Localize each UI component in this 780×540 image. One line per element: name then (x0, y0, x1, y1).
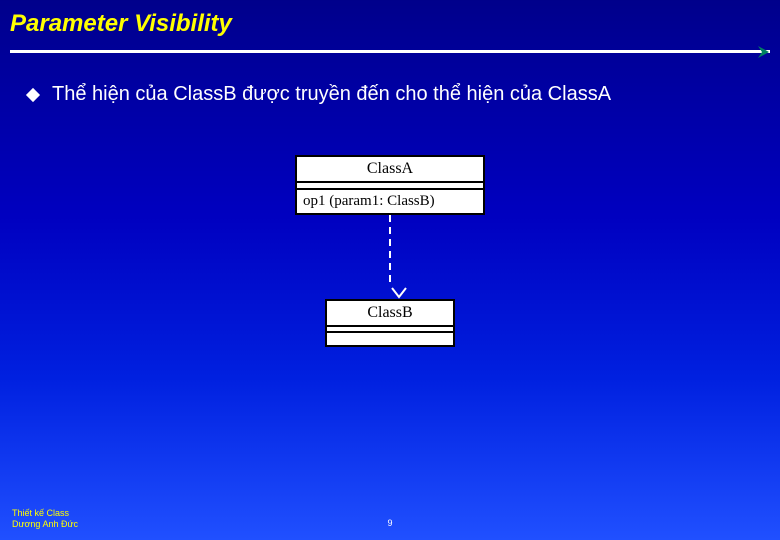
page-number: 9 (387, 518, 392, 528)
slide-title: Parameter Visibility (0, 0, 780, 46)
uml-class-a-operation: op1 (param1: ClassB) (297, 190, 483, 213)
uml-class-b-operations (327, 333, 453, 345)
uml-dependency-arrow (389, 215, 391, 299)
underline-rule (10, 50, 770, 53)
uml-diagram: ClassA op1 (param1: ClassB) ClassB (0, 155, 780, 347)
uml-class-a-name: ClassA (297, 157, 483, 183)
bullet-marker-icon (26, 87, 40, 101)
underline-arrowhead-icon (758, 46, 772, 58)
uml-class-a: ClassA op1 (param1: ClassB) (295, 155, 485, 215)
footer-line-1: Thiết kế Class (12, 508, 78, 519)
uml-class-a-attributes (297, 183, 483, 190)
footer-line-2: Dương Anh Đức (12, 519, 78, 530)
bullet-item: Thể hiện của ClassB được truyền đến cho … (0, 58, 780, 106)
uml-class-b-name: ClassB (327, 301, 453, 327)
bullet-text: Thể hiện của ClassB được truyền đến cho … (52, 83, 611, 106)
footer: Thiết kế Class Dương Anh Đức (12, 508, 78, 531)
uml-class-b: ClassB (325, 299, 455, 347)
dashed-line-icon (389, 215, 391, 287)
title-underline (10, 46, 770, 58)
